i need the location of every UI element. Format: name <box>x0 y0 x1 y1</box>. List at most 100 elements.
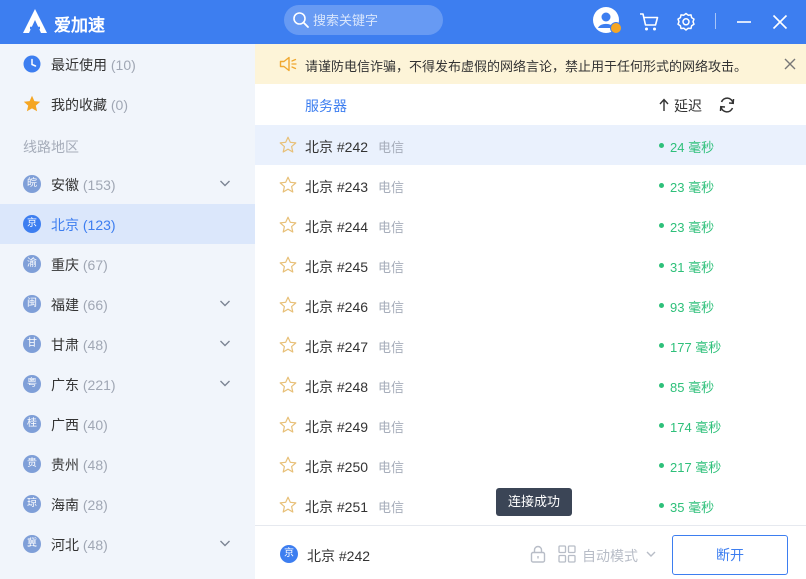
sidebar-item-region[interactable]: 京北京 (123) <box>0 204 255 244</box>
favorite-star-icon[interactable] <box>279 136 297 154</box>
sort-arrow-up-icon[interactable] <box>658 98 670 112</box>
sidebar-item-label: 最近使用 (10) <box>51 57 136 73</box>
server-row[interactable]: 北京 #248 电信 85 毫秒 <box>255 365 806 405</box>
server-latency: 23 毫秒 <box>670 180 715 195</box>
sidebar-item-label: 我的收藏 (0) <box>51 97 129 113</box>
sidebar-item-region[interactable]: 粤广东 (221) <box>0 364 255 404</box>
sidebar-item-region[interactable]: 甘甘肃 (48) <box>0 324 255 364</box>
server-isp: 电信 <box>378 380 405 395</box>
sidebar-item-region[interactable]: 闽福建 (66) <box>0 284 255 324</box>
region-badge: 闽 <box>23 295 41 313</box>
server-row[interactable]: 北京 #242 电信 24 毫秒 <box>255 125 806 165</box>
latency-status-dot <box>659 143 664 148</box>
sidebar-item-recent[interactable]: 最近使用 (10) <box>0 44 255 84</box>
sidebar-item-region[interactable]: 渝重庆 (67) <box>0 244 255 284</box>
server-name: 北京 #251 <box>305 499 369 515</box>
sidebar-item-label: 福建 (66) <box>51 297 108 313</box>
favorite-star-icon[interactable] <box>279 496 297 514</box>
favorite-star-icon[interactable] <box>279 336 297 354</box>
server-isp: 电信 <box>378 340 405 355</box>
disconnect-button[interactable]: 断开 <box>672 535 788 575</box>
server-name: 北京 #247 <box>305 339 369 355</box>
mode-select[interactable]: 自动模式 <box>582 546 638 566</box>
server-isp: 电信 <box>378 220 405 235</box>
server-name: 北京 #242 <box>305 139 369 155</box>
chevron-down-icon[interactable] <box>218 376 232 390</box>
server-latency: 217 毫秒 <box>670 460 722 475</box>
server-row[interactable]: 北京 #247 电信 177 毫秒 <box>255 325 806 365</box>
grid-mode-icon <box>558 545 576 563</box>
sidebar-item-label: 北京 (123) <box>51 217 116 233</box>
search-input[interactable] <box>313 11 437 29</box>
sidebar-item-region[interactable]: 皖安徽 (153) <box>0 164 255 204</box>
cart-button[interactable] <box>636 9 662 35</box>
footer-bar: 京 北京 #242 自动模式 断开 <box>255 525 806 579</box>
star-filled-icon <box>23 95 41 112</box>
latency-status-dot <box>659 223 664 228</box>
server-name: 北京 #250 <box>305 459 369 475</box>
favorite-star-icon[interactable] <box>279 376 297 394</box>
server-isp: 电信 <box>378 420 405 435</box>
sidebar-item-label: 贵州 (48) <box>51 457 108 473</box>
vip-badge-icon <box>610 22 622 34</box>
server-isp: 电信 <box>378 300 405 315</box>
latency-status-dot <box>659 303 664 308</box>
favorite-star-icon[interactable] <box>279 216 297 234</box>
chevron-down-icon[interactable] <box>218 536 232 550</box>
favorite-star-icon[interactable] <box>279 456 297 474</box>
server-row[interactable]: 北京 #246 电信 93 毫秒 <box>255 285 806 325</box>
column-latency[interactable]: 延迟 <box>674 96 702 116</box>
latency-status-dot <box>659 463 664 468</box>
chevron-down-icon[interactable] <box>645 548 657 560</box>
sidebar-item-region[interactable]: 琼海南 (28) <box>0 484 255 524</box>
settings-button[interactable] <box>673 9 699 35</box>
server-latency: 177 毫秒 <box>670 340 722 355</box>
latency-status-dot <box>659 263 664 268</box>
clock-icon <box>23 55 41 73</box>
favorite-star-icon[interactable] <box>279 416 297 434</box>
chevron-down-icon[interactable] <box>218 336 232 350</box>
search-box[interactable] <box>284 5 443 35</box>
sidebar-item-count: (48) <box>82 457 108 473</box>
app-title: 爱加速 <box>54 16 105 35</box>
close-icon <box>772 14 788 30</box>
server-name: 北京 #243 <box>305 179 369 195</box>
sidebar-item-label: 河北 (48) <box>51 537 108 553</box>
close-notice-icon[interactable] <box>783 57 797 71</box>
gear-icon <box>677 12 695 31</box>
sidebar-item-count: (10) <box>110 57 136 73</box>
sidebar-item-region[interactable]: 贵贵州 (48) <box>0 444 255 484</box>
region-badge: 琼 <box>23 495 41 513</box>
sidebar-item-label: 安徽 (153) <box>51 177 116 193</box>
sidebar-item-count: (0) <box>110 97 129 113</box>
sidebar-item-favorites[interactable]: 我的收藏 (0) <box>0 84 255 124</box>
favorite-star-icon[interactable] <box>279 256 297 274</box>
server-name: 北京 #248 <box>305 379 369 395</box>
server-row[interactable]: 北京 #250 电信 217 毫秒 <box>255 445 806 485</box>
minimize-button[interactable] <box>731 9 757 35</box>
column-server[interactable]: 服务器 <box>305 96 347 116</box>
sidebar-item-label: 重庆 (67) <box>51 257 108 273</box>
latency-status-dot <box>659 183 664 188</box>
chevron-down-icon[interactable] <box>218 296 232 310</box>
sidebar-item-count: (66) <box>82 297 108 313</box>
sidebar-item-region[interactable]: 桂广西 (40) <box>0 404 255 444</box>
server-name: 北京 #249 <box>305 419 369 435</box>
server-row[interactable]: 北京 #244 电信 23 毫秒 <box>255 205 806 245</box>
server-isp: 电信 <box>378 500 405 515</box>
refresh-icon[interactable] <box>718 96 736 114</box>
server-row[interactable]: 北京 #243 电信 23 毫秒 <box>255 165 806 205</box>
server-row[interactable]: 北京 #245 电信 31 毫秒 <box>255 245 806 285</box>
sidebar-item-region[interactable]: 冀河北 (48) <box>0 524 255 564</box>
favorite-star-icon[interactable] <box>279 296 297 314</box>
lock-icon[interactable] <box>530 545 546 563</box>
sidebar-item-label: 广西 (40) <box>51 417 108 433</box>
region-badge: 粤 <box>23 375 41 393</box>
chevron-down-icon[interactable] <box>218 176 232 190</box>
server-row[interactable]: 北京 #249 电信 174 毫秒 <box>255 405 806 445</box>
favorite-star-icon[interactable] <box>279 176 297 194</box>
close-window-button[interactable] <box>767 9 793 35</box>
connect-success-toast: 连接成功 <box>496 488 572 516</box>
region-badge: 京 <box>23 215 41 233</box>
cart-icon <box>640 13 659 31</box>
